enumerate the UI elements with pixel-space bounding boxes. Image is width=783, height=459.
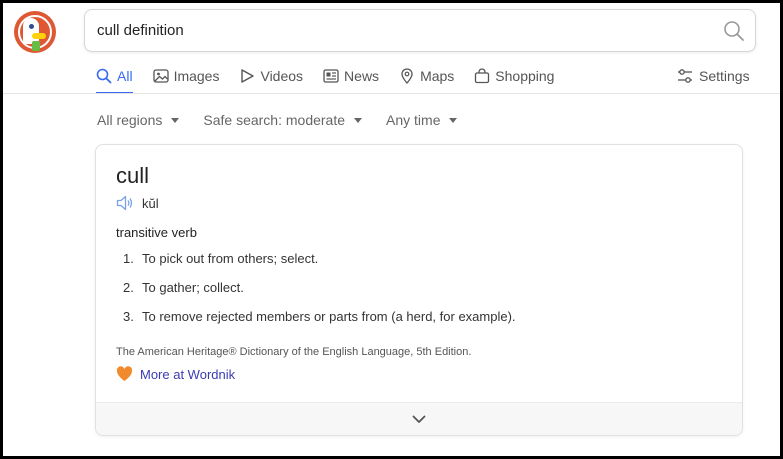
definition-item: 1. To pick out from others; select. xyxy=(123,251,516,280)
tab-label: Videos xyxy=(260,68,304,84)
wordnik-link-text: More at Wordnik xyxy=(140,366,236,382)
tab-label: Maps xyxy=(420,68,455,84)
tab-images[interactable]: Images xyxy=(152,64,220,88)
search-input[interactable] xyxy=(97,10,697,51)
search-filters: All regions Safe search: moderate Any ti… xyxy=(97,110,481,130)
definition-source: The American Heritage® Dictionary of the… xyxy=(116,346,472,358)
header-divider xyxy=(3,93,780,94)
tab-shopping[interactable]: Shopping xyxy=(474,64,554,88)
settings-button[interactable]: Settings xyxy=(677,64,750,88)
pronunciation: kŭl xyxy=(116,195,159,211)
definition-text: To gather; collect. xyxy=(142,280,244,295)
filter-label: Any time xyxy=(386,112,441,128)
heart-icon xyxy=(116,366,133,381)
settings-label: Settings xyxy=(699,68,750,84)
filter-label: Safe search: moderate xyxy=(203,112,346,128)
caret-down-icon xyxy=(171,117,180,123)
safe-search-filter[interactable]: Safe search: moderate xyxy=(203,110,363,130)
logo-duck-beak xyxy=(32,33,46,39)
map-pin-icon xyxy=(401,68,413,84)
image-icon xyxy=(152,69,169,83)
pronunciation-text: kŭl xyxy=(142,195,159,211)
duckduckgo-logo[interactable] xyxy=(14,11,56,53)
expand-button[interactable] xyxy=(96,402,742,435)
tab-label: News xyxy=(344,68,380,84)
newspaper-icon xyxy=(323,69,339,83)
definition-number: 1. xyxy=(123,251,134,266)
tab-videos[interactable]: Videos xyxy=(239,64,303,88)
tab-all[interactable]: All xyxy=(96,64,133,94)
tab-label: All xyxy=(117,68,133,84)
search-button[interactable] xyxy=(723,20,745,42)
speaker-icon[interactable] xyxy=(116,195,134,211)
region-filter[interactable]: All regions xyxy=(97,110,180,130)
logo-duck-tie xyxy=(32,41,40,51)
chevron-down-icon xyxy=(412,415,426,423)
definition-number: 3. xyxy=(123,309,134,324)
play-icon xyxy=(241,69,255,83)
definition-item: 3. To remove rejected members or parts f… xyxy=(123,309,516,338)
caret-down-icon xyxy=(354,117,363,123)
time-filter[interactable]: Any time xyxy=(386,110,458,130)
tab-news[interactable]: News xyxy=(323,64,379,88)
caret-down-icon xyxy=(449,117,458,123)
definition-text: To remove rejected members or parts from… xyxy=(142,309,516,324)
tab-label: Shopping xyxy=(495,68,555,84)
definition-card: cull kŭl transitive verb 1. To pick out … xyxy=(95,144,743,436)
search-tabs: All Images Videos News Maps Shopping xyxy=(96,64,574,94)
filter-label: All regions xyxy=(97,112,163,128)
tab-maps[interactable]: Maps xyxy=(399,64,454,88)
tab-label: Images xyxy=(173,68,220,84)
wordnik-link[interactable]: More at Wordnik xyxy=(116,366,235,382)
definition-word: cull xyxy=(116,163,150,188)
search-box xyxy=(84,9,756,52)
logo-duck-eye xyxy=(29,24,34,29)
search-icon xyxy=(724,21,744,41)
sliders-icon xyxy=(678,69,692,83)
definition-text: To pick out from others; select. xyxy=(142,251,319,266)
search-icon xyxy=(96,68,112,84)
shopping-bag-icon xyxy=(475,68,490,84)
part-of-speech: transitive verb xyxy=(116,225,197,240)
definition-number: 2. xyxy=(123,280,134,295)
definition-item: 2. To gather; collect. xyxy=(123,280,516,309)
definition-list: 1. To pick out from others; select. 2. T… xyxy=(123,251,516,338)
